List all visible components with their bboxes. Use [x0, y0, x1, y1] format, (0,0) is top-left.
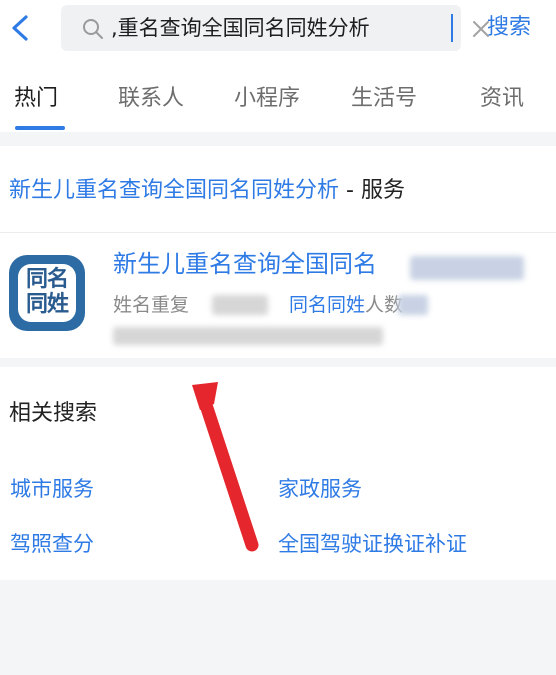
- tab-mini-programs[interactable]: 小程序: [234, 84, 300, 114]
- related-search-link[interactable]: 家政服务: [278, 475, 362, 503]
- related-searches-card: 相关搜索 城市服务 家政服务 驾照查分 全国驾驶证换证补证: [0, 367, 556, 580]
- tab-contacts[interactable]: 联系人: [118, 84, 184, 114]
- related-search-link[interactable]: 城市服务: [10, 475, 94, 503]
- related-search-link[interactable]: 全国驾驶证换证补证: [278, 530, 467, 558]
- chevron-left-icon: [12, 15, 28, 41]
- service-result-card: 新生儿重名查询全国同名同姓分析 - 服务 同名 同姓 新生儿重名查询全国同名 姓…: [0, 146, 556, 358]
- service-heading-query: 新生儿重名查询全国同名同姓分析: [9, 178, 340, 203]
- search-button[interactable]: 搜索: [487, 13, 531, 43]
- service-heading-suffix: - 服务: [339, 178, 405, 203]
- blurred-title-text: [410, 256, 524, 280]
- service-desc-highlight: 同名同姓: [289, 294, 366, 316]
- text-caret: [451, 14, 453, 42]
- tab-news[interactable]: 资讯: [480, 84, 524, 114]
- back-button[interactable]: [4, 6, 40, 50]
- app-icon[interactable]: 同名 同姓: [9, 255, 85, 331]
- related-search-link[interactable]: 驾照查分: [10, 530, 94, 558]
- related-searches-title: 相关搜索: [9, 401, 98, 426]
- blurred-description-text: [398, 295, 428, 315]
- tab-life-accounts[interactable]: 生活号: [351, 84, 417, 114]
- app-icon-text: 同姓: [25, 292, 69, 317]
- tab-hot[interactable]: 热门: [14, 84, 58, 114]
- search-input[interactable]: ,重名查询全国同名同姓分析: [111, 14, 370, 42]
- blurred-description-text: [212, 295, 268, 315]
- divider: [0, 232, 556, 233]
- active-tab-indicator: [15, 126, 65, 130]
- search-icon: [83, 19, 103, 39]
- service-title-link[interactable]: 新生儿重名查询全国同名: [113, 248, 377, 280]
- service-section-heading: 新生儿重名查询全国同名同姓分析 - 服务: [9, 176, 405, 206]
- blurred-description-line: [113, 327, 383, 345]
- top-bar: ,重名查询全国同名同姓分析 搜索 热门 联系人 小程序 生活号 资讯: [0, 0, 556, 132]
- service-desc-text: 姓名重复: [113, 294, 190, 316]
- search-box[interactable]: ,重名查询全国同名同姓分析: [61, 5, 489, 51]
- app-icon-text: 同名: [25, 267, 69, 292]
